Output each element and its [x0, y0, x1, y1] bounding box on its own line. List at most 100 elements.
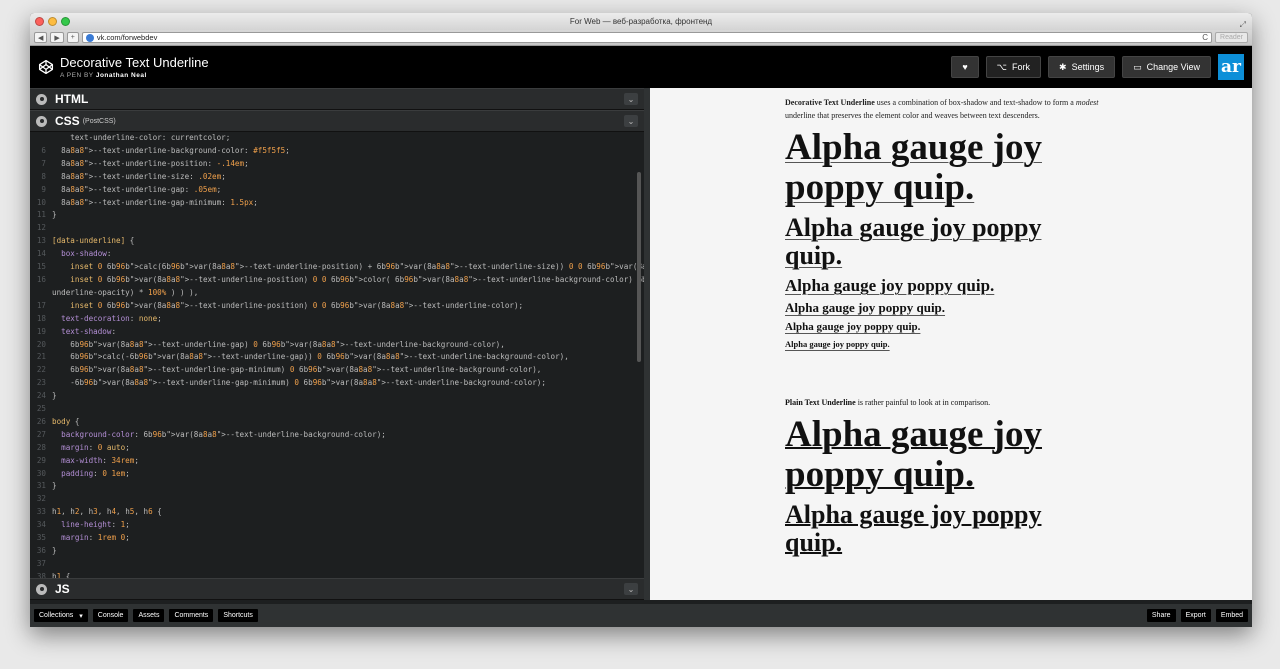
author-prefix: A PEN BY	[60, 71, 94, 79]
plain-h1: Alpha gauge joy poppy quip.	[785, 414, 1042, 495]
code-text: inset 0 6b96b">var(8a8a8">--text-underli…	[70, 274, 644, 284]
embed-button[interactable]: Embed	[1215, 609, 1248, 622]
layout-icon: ▭	[1133, 61, 1142, 72]
intro-text-1: uses a combination of box-shadow and tex…	[874, 98, 1076, 107]
code-text: max-width: 34rem;	[61, 455, 139, 465]
line-number: 23	[36, 378, 46, 388]
window-titlebar: For Web — веб-разработка, фронтенд ⤢	[30, 13, 1252, 30]
back-button[interactable]: ◀	[34, 32, 48, 43]
css-panel-header[interactable]: CSS (PostCSS) ⌄	[30, 110, 644, 132]
close-window-button[interactable]	[35, 17, 44, 26]
code-text: 8a8a8">--text-underline-background-color…	[61, 145, 290, 155]
code-line: 6 8a8a8">--text-underline-background-col…	[30, 145, 644, 158]
code-text: padding: 0 1em;	[61, 468, 130, 478]
author-name[interactable]: Jonathan Neal	[96, 72, 147, 79]
line-number: 35	[36, 533, 46, 543]
url-bar[interactable]: vk.com/forwebdev C	[81, 32, 1213, 43]
line-number: 28	[36, 442, 46, 452]
assets-button[interactable]: Assets	[133, 609, 165, 622]
code-line: 37	[30, 558, 644, 571]
browser-toolbar: ◀ ▶ + vk.com/forwebdev C Reader	[30, 30, 1252, 46]
code-line: 32	[30, 493, 644, 506]
code-text: }	[52, 546, 57, 555]
code-line: 15 inset 0 6b96b">calc(6b96b">var(8a8a8"…	[30, 261, 644, 274]
js-panel-title: JS	[55, 582, 70, 596]
minimize-window-button[interactable]	[48, 17, 57, 26]
code-line: 19 text-shadow:	[30, 326, 644, 339]
collections-button[interactable]: Collections ▾	[34, 609, 88, 622]
pen-info: Decorative Text Underline A PEN BY Jonat…	[60, 55, 209, 79]
line-number: 13	[36, 236, 46, 246]
js-settings-gear-icon[interactable]	[36, 583, 47, 595]
code-text: }	[52, 481, 57, 491]
code-line: 26 body {	[30, 416, 644, 429]
line-number: 36	[36, 546, 46, 555]
code-line: 36}	[30, 545, 644, 558]
url-text: vk.com/forwebdev	[96, 33, 158, 42]
editor-scrollbar[interactable]	[637, 172, 641, 362]
forward-button[interactable]: ▶	[50, 32, 64, 43]
chevron-down-icon[interactable]: ⌄	[624, 115, 638, 127]
code-text: 6b96b">var(8a8a8">--text-underline-gap) …	[70, 339, 505, 349]
reader-button[interactable]: Reader	[1215, 32, 1248, 43]
html-settings-gear-icon[interactable]	[36, 93, 47, 105]
code-line: 23 -6b96b">var(8a8a8">--text-underline-g…	[30, 377, 644, 390]
export-button[interactable]: Export	[1180, 609, 1211, 622]
line-number: 7	[41, 158, 46, 168]
code-text: underline-opacity) * 100% ) ) ),	[52, 287, 199, 297]
chevron-down-icon[interactable]: ⌄	[624, 93, 638, 105]
code-text: h1 {	[52, 571, 71, 578]
css-settings-gear-icon[interactable]	[36, 115, 47, 127]
line-number: 38	[36, 571, 46, 578]
line-number: 37	[36, 558, 46, 568]
codepen-logo-icon[interactable]	[38, 59, 54, 75]
code-text: box-shadow:	[61, 249, 112, 259]
code-text: background-color: 6b96b">var(8a8a8">--te…	[61, 429, 386, 439]
line-number: 32	[36, 494, 46, 504]
decorative-h2: Alpha gauge joy poppy quip.	[785, 213, 1042, 270]
code-text: -6b96b">var(8a8a8">--text-underline-gap-…	[52, 378, 546, 388]
js-panel-header[interactable]: JS ⌄	[30, 578, 644, 600]
heart-button[interactable]: ♥	[951, 56, 979, 78]
shortcuts-button[interactable]: Shortcuts	[218, 609, 258, 622]
code-line: 22 6b96b">var(8a8a8">--text-underline-ga…	[30, 364, 644, 377]
line-number: 12	[36, 223, 46, 233]
code-text: }	[52, 210, 57, 220]
code-line: 30 padding: 0 1em;	[30, 468, 644, 481]
html-panel-header[interactable]: HTML ⌄	[30, 88, 644, 110]
code-line: 20 6b96b">var(8a8a8">--text-underline-ga…	[30, 339, 644, 352]
code-line: underline-opacity) * 100% ) ) ),	[30, 287, 644, 300]
line-number: 15	[36, 262, 46, 272]
heart-icon: ♥	[962, 62, 968, 72]
code-text: 6b96b">var(8a8a8">--text-underline-gap-m…	[70, 365, 542, 375]
avatar[interactable]: ar	[1218, 54, 1244, 80]
plain-strong: Plain Text Underline	[785, 398, 856, 407]
line-number: 33	[36, 507, 46, 517]
settings-button[interactable]: ✱ Settings	[1048, 56, 1116, 78]
fork-icon: ⌥	[996, 61, 1008, 72]
plain-intro-paragraph: Plain Text Underline is rather painful t…	[785, 398, 1252, 407]
code-text: 8a8a8">--text-underline-gap: .05em;	[61, 184, 222, 194]
share-button[interactable]: Share	[1146, 609, 1176, 622]
reload-icon[interactable]: C	[1202, 33, 1208, 42]
fork-button[interactable]: ⌥ Fork	[985, 56, 1042, 78]
fullscreen-icon[interactable]: ⤢	[1240, 16, 1246, 33]
decorative-h1: Alpha gauge joy poppy quip.	[785, 127, 1042, 208]
collections-label: Collections	[39, 612, 74, 619]
code-text: h1, h2, h3, h4, h5, h6 {	[52, 507, 162, 517]
comments-button[interactable]: Comments	[169, 609, 214, 622]
gear-icon: ✱	[1059, 61, 1067, 72]
code-line: 35 margin: 1rem 0;	[30, 532, 644, 545]
footer-right-actions: Share Export Embed	[1146, 609, 1248, 622]
add-bookmark-button[interactable]: +	[66, 32, 79, 43]
line-number: 34	[36, 520, 46, 530]
css-code-editor[interactable]: text-underline-color: currentcolor; 6 8a8…	[30, 132, 644, 578]
line-number: 27	[36, 429, 46, 439]
traffic-lights	[35, 17, 70, 26]
console-button[interactable]: Console	[92, 609, 129, 622]
zoom-window-button[interactable]	[61, 17, 70, 26]
chevron-down-icon[interactable]: ⌄	[624, 583, 638, 595]
line-number: 9	[41, 184, 46, 194]
fork-label: Fork	[1012, 62, 1031, 72]
change-view-button[interactable]: ▭ Change View	[1122, 56, 1211, 78]
